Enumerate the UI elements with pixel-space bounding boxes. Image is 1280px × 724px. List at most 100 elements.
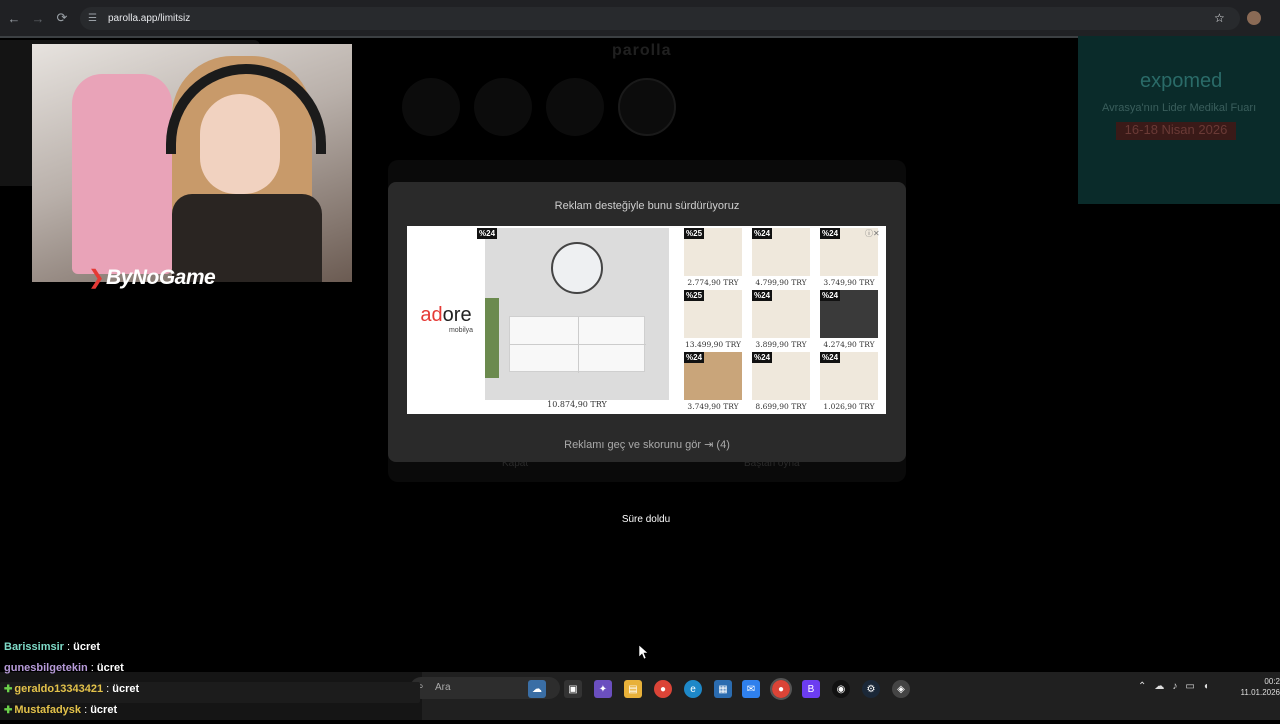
- time-up-status: Süre doldu: [621, 514, 671, 525]
- product-price: 3.899,90 TRY: [755, 340, 807, 349]
- product-tile[interactable]: %24 4.799,90 TRY: [751, 228, 811, 287]
- site-settings-icon[interactable]: ☰: [88, 13, 100, 25]
- steam-icon[interactable]: ⚙: [862, 680, 880, 698]
- task-view-icon[interactable]: ▣: [564, 680, 582, 698]
- letter-circle: [474, 78, 532, 136]
- bynogame-wordmark: ByNoGame: [106, 266, 216, 289]
- product-price: 1.026,90 TRY: [823, 402, 875, 411]
- clock[interactable]: 00:2 11.01.2026: [1240, 676, 1280, 698]
- mail-icon[interactable]: ✉: [742, 680, 760, 698]
- chat-message: Barissimsir : ücret: [4, 640, 424, 661]
- chat-text: ücret: [96, 662, 124, 674]
- expomed-logo: expomed: [1140, 70, 1223, 92]
- file-explorer-icon[interactable]: ▤: [624, 680, 642, 698]
- chat-badge-icon: ✚: [4, 705, 13, 716]
- product-price: 4.274,90 TRY: [823, 340, 875, 349]
- letter-circle: [546, 78, 604, 136]
- clock-date: 11.01.2026: [1240, 688, 1280, 697]
- dresser: [509, 316, 646, 373]
- product-price: 13.499,90 TRY: [685, 340, 741, 349]
- browser-toolbar: ← → ⟳ ☰ parolla.app/limitsiz ☆: [0, 0, 1280, 36]
- adore-logo: adore mobilya: [407, 304, 485, 334]
- product-price: 3.749,90 TRY: [823, 278, 875, 287]
- discount-badge: %24: [752, 228, 773, 239]
- forward-arrow-icon[interactable]: →: [28, 8, 48, 28]
- skip-ad-button[interactable]: Reklamı geç ve skorunu gör ⇥ (4): [388, 438, 906, 451]
- chat-text: ücret: [73, 641, 101, 653]
- back-arrow-icon[interactable]: ←: [4, 8, 24, 28]
- right-ad-banner[interactable]: expomed Avrasya'nın Lider Medikal Fuarı …: [1078, 36, 1280, 204]
- network-icon[interactable]: ▭: [1185, 681, 1194, 692]
- chat-text: ücret: [90, 704, 118, 716]
- discount-badge: %24: [820, 352, 841, 363]
- chrome-active-icon[interactable]: ●: [770, 678, 792, 700]
- product-thumbnail: %24: [752, 352, 810, 400]
- b-app-icon[interactable]: B: [802, 680, 820, 698]
- product-price: 3.749,90 TRY: [687, 402, 739, 411]
- chat-username: Mustafadysk: [14, 704, 82, 716]
- letter-circle: [402, 78, 460, 136]
- recording-app-icon[interactable]: ◉: [832, 680, 850, 698]
- discount-badge: %24: [752, 352, 773, 363]
- chevron-up-icon[interactable]: ⌃: [1138, 681, 1146, 692]
- product-tile[interactable]: %24 1.026,90 TRY: [819, 352, 879, 411]
- edge-icon[interactable]: e: [684, 680, 702, 698]
- cloud-icon[interactable]: ☁: [1154, 681, 1164, 692]
- brand-name-part-b: ore: [442, 304, 472, 326]
- chat-username: geraldo13343421: [14, 683, 104, 695]
- mic-icon[interactable]: ♪: [1172, 681, 1177, 692]
- hero-product-image[interactable]: %24: [477, 228, 669, 400]
- app-icon[interactable]: ◈: [892, 680, 910, 698]
- product-tile[interactable]: %24 3.749,90 TRY: [683, 352, 743, 411]
- chat-separator: :: [103, 683, 113, 695]
- product-thumbnail: %25: [684, 228, 742, 276]
- discount-badge: %24: [820, 228, 841, 239]
- clock-time: 00:2: [1264, 677, 1280, 686]
- chat-text: ücret: [112, 683, 140, 695]
- profile-avatar[interactable]: [1247, 11, 1261, 25]
- search-placeholder: Ara: [435, 682, 451, 693]
- url-text[interactable]: parolla.app/limitsiz: [108, 13, 190, 24]
- skip-ad-label: Reklamı geç ve skorunu gör: [564, 439, 702, 451]
- chat-message: ✚ Mustafadysk : ücret: [4, 703, 424, 724]
- reload-icon[interactable]: ⟳: [52, 8, 72, 28]
- widgets-icon[interactable]: ☁: [528, 680, 546, 698]
- ad-modal: Reklam desteğiyle bunu sürdürüyoruz ador…: [388, 182, 906, 462]
- store-icon[interactable]: ▦: [714, 680, 732, 698]
- chat-message: ✚ geraldo13343421 : ücret: [0, 682, 420, 703]
- product-thumbnail: %24: [752, 290, 810, 338]
- chat-badge-icon: ✚: [4, 684, 13, 695]
- adchoices-icon[interactable]: ⓘ✕: [865, 228, 885, 239]
- bynogame-mark-icon: ❯: [88, 267, 105, 289]
- chat-separator: :: [81, 704, 91, 716]
- ad-creative[interactable]: adore mobilya %24 10.874,90 TRY %25 2.774…: [407, 226, 886, 414]
- volume-icon[interactable]: ◖: [1203, 681, 1209, 692]
- bookmark-star-icon[interactable]: ☆: [1214, 11, 1225, 25]
- product-tile[interactable]: %25 2.774,90 TRY: [683, 228, 743, 287]
- product-tile[interactable]: %24 3.899,90 TRY: [751, 290, 811, 349]
- product-tile[interactable]: %24 8.699,90 TRY: [751, 352, 811, 411]
- product-price: 4.799,90 TRY: [755, 278, 807, 287]
- discount-badge: %24: [820, 290, 841, 301]
- chrome-icon[interactable]: ●: [654, 680, 672, 698]
- product-tile[interactable]: %24 4.274,90 TRY: [819, 290, 879, 349]
- discount-badge: %24: [477, 228, 498, 239]
- copilot-icon[interactable]: ✦: [594, 680, 612, 698]
- stream-chat: Barissimsir : ücret gunesbilgetekin : ücr…: [0, 640, 424, 724]
- skip-arrow-icon: ⇥: [704, 439, 717, 451]
- address-bar[interactable]: ☰ parolla.app/limitsiz: [80, 7, 1240, 30]
- banner-date: 16-18 Nisan 2026: [1116, 122, 1236, 140]
- mirror: [551, 242, 603, 294]
- hero-price: 10.874,90 TRY: [547, 400, 607, 409]
- product-price: 8.699,90 TRY: [755, 402, 807, 411]
- gaming-chair: [72, 74, 172, 274]
- system-tray: ⌃ ☁ ♪ ▭ ◖: [1138, 681, 1209, 692]
- ad-heading: Reklam desteğiyle bunu sürdürüyoruz: [554, 200, 740, 212]
- webcam-overlay: [32, 44, 352, 282]
- chat-username: Barissimsir: [4, 641, 64, 653]
- product-tile[interactable]: %25 13.499,90 TRY: [683, 290, 743, 349]
- bynogame-logo: ❯ ByNoGame: [88, 266, 216, 290]
- product-price: 2.774,90 TRY: [687, 278, 739, 287]
- discount-badge: %24: [752, 290, 773, 301]
- brand-name-part-a: ad: [420, 304, 443, 326]
